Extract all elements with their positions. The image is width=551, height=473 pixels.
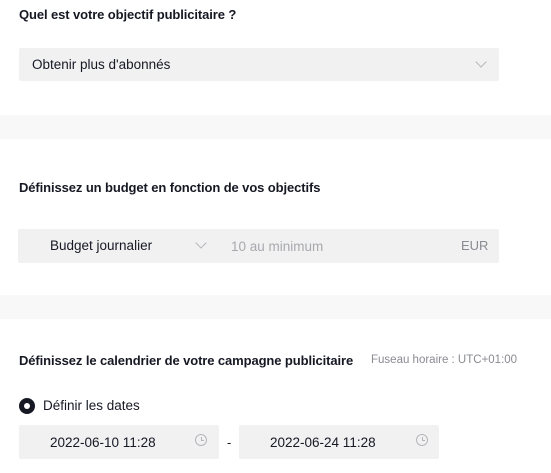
chevron-down-icon — [475, 56, 487, 68]
start-date-value: 2022-06-10 11:28 — [50, 435, 156, 450]
clock-icon — [195, 434, 207, 446]
end-date-picker[interactable]: 2022-06-24 11:28 — [239, 425, 439, 459]
timezone-label: Fuseau horaire : UTC+01:00 — [371, 354, 518, 366]
budget-type-value: Budget journalier — [50, 238, 153, 253]
clock-icon — [416, 434, 428, 446]
budget-type-select[interactable]: Budget journalier — [18, 229, 218, 263]
budget-amount-placeholder: 10 au minimum — [231, 239, 324, 254]
set-dates-radio[interactable]: Définir les dates — [19, 398, 149, 415]
section-divider — [0, 295, 551, 319]
schedule-heading: Définissez le calendrier de votre campag… — [19, 353, 354, 368]
objective-select-value: Obtenir plus d'abonnés — [32, 57, 171, 72]
currency-label: EUR — [461, 238, 489, 253]
section-divider — [0, 115, 551, 139]
start-date-picker[interactable]: 2022-06-10 11:28 — [19, 425, 219, 459]
chevron-down-icon — [195, 237, 207, 249]
budget-field: Budget journalier 10 au minimum EUR — [18, 229, 499, 263]
end-date-value: 2022-06-24 11:28 — [270, 435, 376, 450]
budget-amount-input[interactable]: 10 au minimum — [223, 229, 463, 263]
date-range-separator: - — [227, 435, 232, 450]
objective-select[interactable]: Obtenir plus d'abonnés — [19, 48, 499, 81]
budget-heading: Définissez un budget en fonction de vos … — [19, 180, 321, 195]
objective-heading: Quel est votre objectif publicitaire ? — [19, 7, 237, 22]
set-dates-label: Définir les dates — [43, 398, 140, 413]
radio-selected-icon — [19, 398, 35, 414]
